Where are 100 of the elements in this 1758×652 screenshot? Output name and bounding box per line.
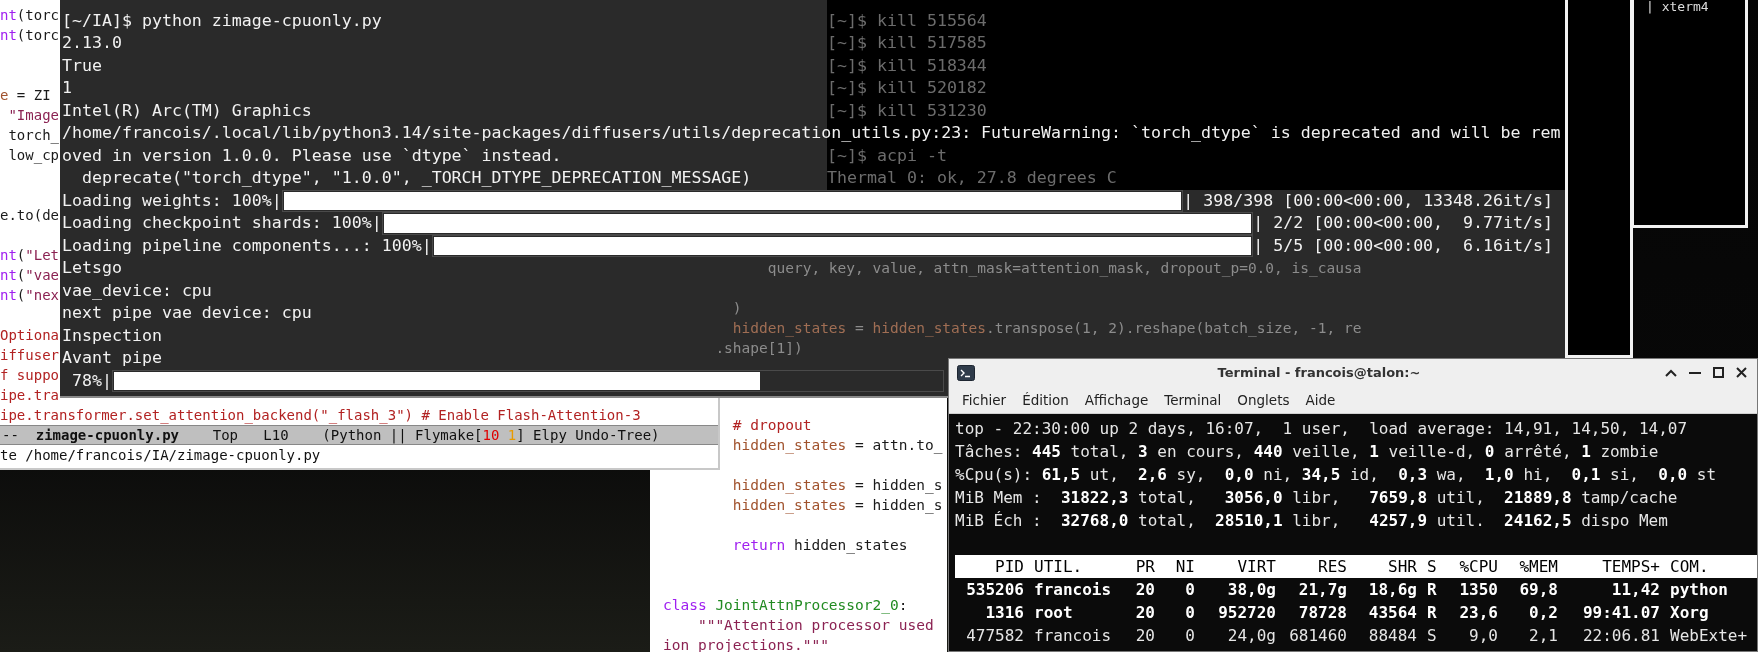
- code-line: torch_: [7, 126, 59, 145]
- minibuffer-text: te /home/francois/IA/zimage-cpuonly.py: [0, 446, 321, 465]
- code-line: hidden_states = hidden_s: [731, 496, 943, 515]
- summary-line: %Cpu(s): 61,5 ut, 2,6 sy, 0,0 ni, 34,5 id, 0,3 wa, 1,0 hi, 0,1 si, 0,0 st: [955, 464, 1717, 486]
- chevron-up-icon: [1665, 368, 1677, 377]
- table-cell-text: 477582: [965, 625, 1024, 647]
- terminal-line: Avant pipe: [62, 347, 162, 370]
- table-cell-text: Xorg: [1669, 602, 1710, 624]
- table-cell-text: 535206: [965, 579, 1024, 601]
- table-cell-text: 0: [1184, 602, 1195, 624]
- column-header: S: [1426, 556, 1435, 578]
- table-cell-text: root: [1033, 602, 1074, 624]
- table-cell-text: 9,0: [1468, 625, 1498, 647]
- summary-line: MiB Mem : 31822,3 total, 3056,0 libr, 7659,8 util, 21889,8 tamp/cache: [955, 487, 1678, 509]
- terminal-icon: [957, 364, 975, 381]
- table-cell-text: 0,2: [1528, 602, 1558, 624]
- code-line: e.to(de: [0, 206, 59, 225]
- table-cell-text: 681460: [1288, 625, 1347, 647]
- column-header: TEMPS+: [1601, 556, 1660, 578]
- menu-item[interactable]: Édition: [1015, 388, 1076, 411]
- table-cell-text: S: [1426, 625, 1435, 647]
- table-cell-text: 20: [1134, 579, 1155, 601]
- table-cell-text: 78728: [1297, 602, 1347, 624]
- code-line: hidden_states = hidden_states.transpose(1, 2).reshape(batch_size, -1, re: [731, 319, 1362, 338]
- table-cell-text: 2,1: [1528, 625, 1558, 647]
- table-cell-text: 20: [1134, 602, 1155, 624]
- terminal-line: [~]$ kill 518344: [827, 54, 987, 77]
- code-line: hidden_states = attn.to_: [731, 436, 943, 455]
- code-line: f suppo: [0, 366, 59, 385]
- terminal-line: [~]$ kill 520182: [827, 77, 987, 100]
- terminal-line: [~]$ kill 531230: [827, 99, 987, 122]
- table-cell-text: 0: [1184, 625, 1195, 647]
- terminal-line: Thermal 0: ok, 27.8 degrees C: [827, 167, 1117, 190]
- column-header: UTIL.: [1033, 556, 1084, 578]
- code-line: Optiona: [0, 326, 59, 345]
- menu-item[interactable]: Terminal: [1157, 388, 1229, 411]
- menu-item[interactable]: Aide: [1298, 388, 1343, 411]
- column-header: PID: [994, 556, 1024, 578]
- table-cell-text: 20: [1134, 625, 1155, 647]
- table-cell-text: 88484: [1367, 625, 1417, 647]
- progress-stats: | 5/5 [00:00<00:00, 6.16it/s]: [1253, 234, 1553, 257]
- code-line: class JointAttnProcessor2_0:: [663, 596, 908, 615]
- table-cell-text: 38,0g: [1226, 579, 1276, 601]
- summary-line: top - 22:30:00 up 2 days, 16:07, 1 user, load average: 14,91, 14,50, 14,07: [955, 418, 1688, 440]
- progress-label: 78%|: [71, 369, 112, 392]
- window-title: Terminal - francois@talon:~: [1216, 365, 1422, 380]
- column-header: RES: [1317, 556, 1347, 578]
- terminal-line: [~]$ acpi -t: [827, 144, 947, 167]
- code-line: query, key, value, attn_mask=attention_mask, dropout_p=0.0, is_causa: [766, 259, 1362, 278]
- terminal-line: next pipe vae device: cpu: [62, 302, 312, 325]
- menu-item[interactable]: Onglets: [1230, 388, 1297, 411]
- code-line: ): [731, 299, 742, 318]
- table-cell-text: WebExte+: [1669, 625, 1749, 647]
- column-header: PR: [1134, 556, 1155, 578]
- table-cell-text: python: [1669, 579, 1729, 601]
- menu-item[interactable]: Fichier: [955, 388, 1014, 411]
- column-header: %MEM: [1518, 556, 1558, 578]
- table-cell-text: 69,8: [1518, 579, 1558, 601]
- maximize-icon: [1713, 367, 1724, 378]
- code-line: .shape[1]): [714, 339, 803, 358]
- table-cell-text: R: [1426, 602, 1435, 624]
- table-cell-text: 22:06.81: [1581, 625, 1660, 647]
- code-line: low_cp: [7, 146, 59, 165]
- progress-stats: | 398/398 [00:00<00:00, 13348.26it/s]: [1183, 189, 1553, 212]
- terminal-line: [~]$ kill 515564: [827, 9, 987, 32]
- close-button[interactable]: [1734, 365, 1749, 380]
- terminal-line: 1: [62, 77, 72, 100]
- table-cell-text: 24,0g: [1226, 625, 1276, 647]
- progress-label: Loading checkpoint shards: 100%|: [62, 212, 382, 235]
- table-cell-text: 1350: [1458, 579, 1498, 601]
- code-line: # dropout: [731, 416, 812, 435]
- maximize-button[interactable]: [1711, 365, 1726, 380]
- terminal-line: Intel(R) Arc(TM) Graphics: [62, 99, 312, 122]
- summary-line: Tâches: 445 total, 3 en cours, 440 veille, 1 veille-d, 0 arrêté, 1 zombie: [955, 441, 1659, 463]
- table-cell-text: 99:41.07: [1581, 602, 1660, 624]
- table-cell-text: 11,42: [1610, 579, 1660, 601]
- table-cell-text: R: [1426, 579, 1435, 601]
- terminal-line: vae_device: cpu: [62, 279, 212, 302]
- minimize-icon: [1689, 371, 1701, 374]
- terminal-line: 2.13.0: [62, 32, 122, 55]
- table-cell-text: francois: [1033, 625, 1113, 647]
- table-cell-text: francois: [1033, 579, 1113, 601]
- column-header: VIRT: [1236, 556, 1276, 578]
- code-line: nt("vae: [0, 266, 59, 285]
- column-header: NI: [1174, 556, 1195, 578]
- code-line: hidden_states = hidden_s: [731, 476, 943, 495]
- terminal-line: Letsgo: [62, 257, 122, 280]
- code-line: ipe.transformer.set_attention_backend("_flash_3") # Enable Flash-Attention-3: [0, 406, 641, 425]
- close-icon: [1736, 367, 1747, 378]
- code-line: nt("Let: [0, 246, 59, 265]
- terminal-line: Inspection: [62, 324, 162, 347]
- table-cell-text: 43564: [1367, 602, 1417, 624]
- menu-item[interactable]: Affichage: [1077, 388, 1156, 411]
- progress-label: Loading weights: 100%|: [62, 189, 282, 212]
- terminal-line: [~/IA]$ python zimage-cpuonly.py: [62, 9, 382, 32]
- table-cell-text: 21,7g: [1297, 579, 1347, 601]
- summary-line: MiB Éch : 32768,0 total, 28510,1 libr, 4257,9 util. 24162,5 dispo Mem: [955, 510, 1668, 532]
- code-line: nt(torc: [0, 6, 59, 25]
- progress-stats: | 2/2 [00:00<00:00, 9.77it/s]: [1253, 212, 1553, 235]
- code-line: iffuser: [0, 346, 59, 365]
